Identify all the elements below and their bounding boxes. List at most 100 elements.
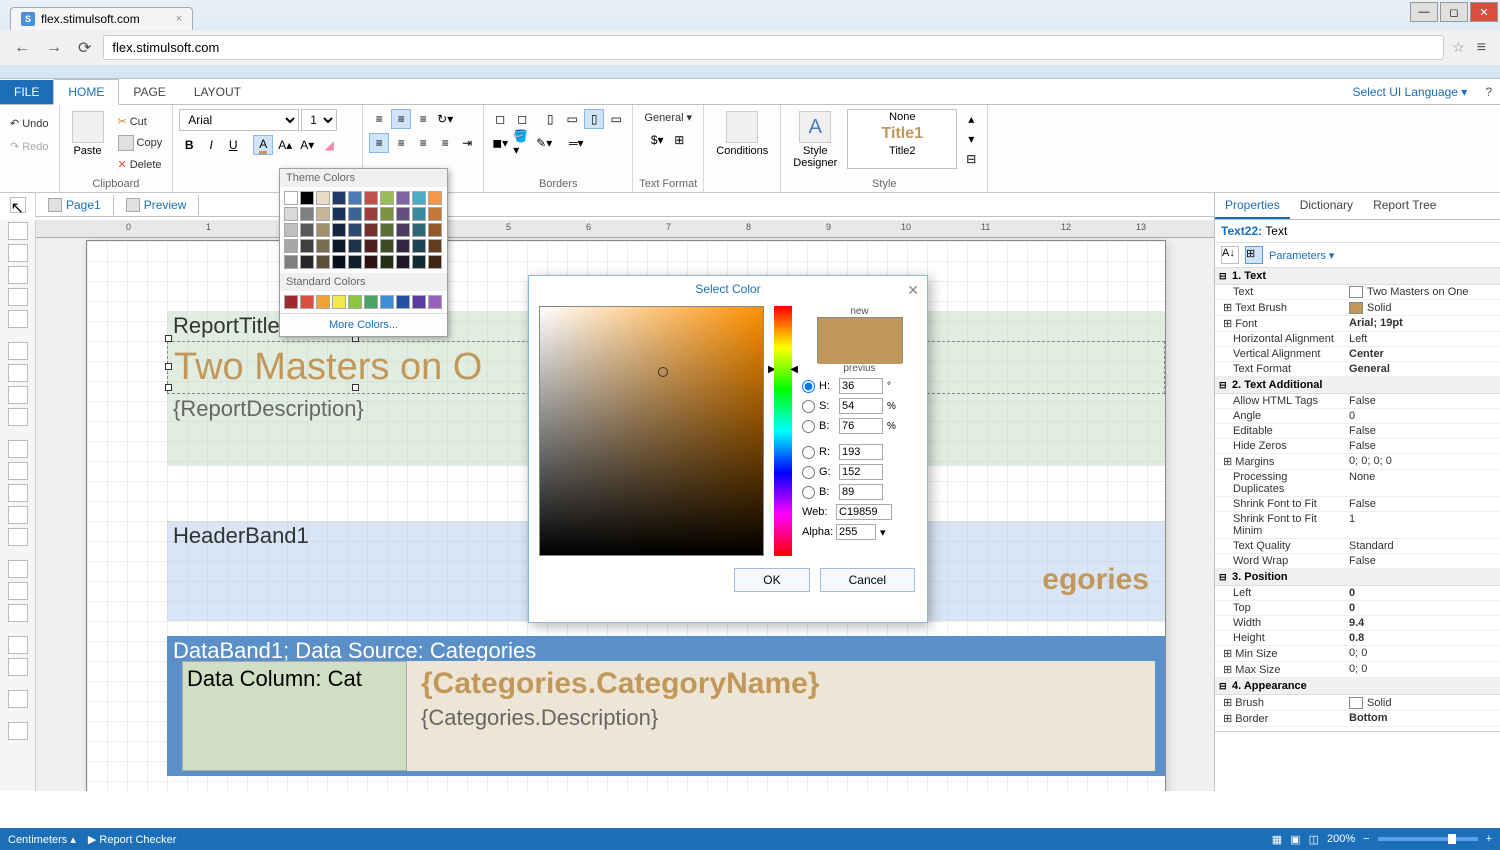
forward-button[interactable]: → <box>42 37 66 59</box>
properties-tab[interactable]: Properties <box>1215 193 1290 219</box>
border-left-button[interactable]: ▯ <box>540 109 560 129</box>
border-style-button[interactable]: ═▾ <box>556 133 596 153</box>
bb-radio[interactable] <box>802 486 815 499</box>
style-more-button[interactable]: ⊟ <box>961 149 981 169</box>
color-cursor[interactable] <box>658 367 668 377</box>
color-swatch[interactable] <box>316 223 330 237</box>
h-radio[interactable] <box>802 380 815 393</box>
data-column-image[interactable]: Data Column: Cat <box>182 661 407 771</box>
zoom-in-button[interactable]: + <box>1486 833 1492 845</box>
web-input[interactable] <box>836 504 892 520</box>
color-swatch[interactable] <box>332 207 346 221</box>
color-swatch[interactable] <box>396 255 410 269</box>
border-top-button[interactable]: ▭ <box>562 109 582 129</box>
fill-color-button[interactable]: 🪣▾ <box>512 133 532 153</box>
font-color-button[interactable]: A <box>253 135 273 155</box>
ribbon-tab-home[interactable]: HOME <box>53 79 119 105</box>
font-grow-button[interactable]: A▴ <box>275 135 295 155</box>
color-swatch[interactable] <box>428 207 442 221</box>
style-designer-button[interactable]: A Style Designer <box>787 109 843 171</box>
selected-object[interactable]: Text22: Text <box>1215 220 1500 243</box>
conditions-button[interactable]: Conditions <box>710 109 774 159</box>
units-button[interactable]: Centimeters ▴ <box>8 833 76 846</box>
underline-button[interactable]: U <box>223 135 243 155</box>
reload-button[interactable]: ⟳ <box>74 36 95 60</box>
bold-button[interactable]: B <box>179 135 199 155</box>
color-swatch[interactable] <box>380 223 394 237</box>
color-swatch[interactable] <box>396 239 410 253</box>
wrap-button[interactable]: ⇥ <box>457 133 477 153</box>
align-left-button[interactable]: ≡ <box>369 133 389 153</box>
color-swatch[interactable] <box>300 191 314 205</box>
color-swatch[interactable] <box>316 295 330 309</box>
align-center-button[interactable]: ≡ <box>391 133 411 153</box>
hue-slider[interactable] <box>774 306 792 556</box>
border-none-button[interactable]: ◻ <box>512 109 532 129</box>
tool-19[interactable] <box>8 690 28 708</box>
color-swatch[interactable] <box>396 295 410 309</box>
color-swatch[interactable] <box>300 255 314 269</box>
color-swatch[interactable] <box>316 191 330 205</box>
align-justify-button[interactable]: ≡ <box>435 133 455 153</box>
help-icon[interactable]: ? <box>1477 80 1500 104</box>
color-swatch[interactable] <box>284 295 298 309</box>
tool-14[interactable] <box>8 560 28 578</box>
color-swatch[interactable] <box>316 255 330 269</box>
align-right-button[interactable]: ≡ <box>413 133 433 153</box>
general-format-button[interactable]: General ▾ <box>640 109 696 126</box>
color-swatch[interactable] <box>300 239 314 253</box>
tool-2[interactable] <box>8 266 28 284</box>
file-tab[interactable]: FILE <box>0 80 53 104</box>
view-mode-2[interactable]: ▣ <box>1290 833 1300 846</box>
tool-15[interactable] <box>8 582 28 600</box>
color-swatch[interactable] <box>364 207 378 221</box>
align-middle-button[interactable]: ≡ <box>391 109 411 129</box>
ribbon-tab-layout[interactable]: LAYOUT <box>180 80 255 104</box>
maximize-button[interactable]: ◻ <box>1440 2 1468 22</box>
tool-3[interactable] <box>8 288 28 306</box>
tool-6[interactable] <box>8 364 28 382</box>
color-swatch[interactable] <box>396 191 410 205</box>
color-swatch[interactable] <box>284 255 298 269</box>
h-input[interactable] <box>839 378 883 394</box>
color-swatch[interactable] <box>332 255 346 269</box>
color-swatch[interactable] <box>412 295 426 309</box>
view-mode-3[interactable]: ◫ <box>1309 833 1319 846</box>
shadow-button[interactable]: ◼▾ <box>490 133 510 153</box>
page-tab-page1[interactable]: Page1 <box>36 195 114 215</box>
bookmark-icon[interactable]: ☆ <box>1452 39 1465 56</box>
color-swatch[interactable] <box>428 223 442 237</box>
tool-4[interactable] <box>8 310 28 328</box>
r-radio[interactable] <box>802 446 815 459</box>
close-button[interactable]: ✕ <box>1470 2 1498 22</box>
clear-format-button[interactable]: ◢ <box>319 135 339 155</box>
color-swatch[interactable] <box>412 191 426 205</box>
tool-9[interactable] <box>8 440 28 458</box>
sort-alpha-icon[interactable]: A↓ <box>1221 246 1239 264</box>
tool-10[interactable] <box>8 462 28 480</box>
dialog-close-button[interactable]: ✕ <box>907 282 919 299</box>
property-grid[interactable]: ⊟1. Text TextTwo Masters on One ⊞ Text B… <box>1215 268 1500 731</box>
color-swatch[interactable] <box>332 223 346 237</box>
minimize-button[interactable]: — <box>1410 2 1438 22</box>
color-swatch[interactable] <box>428 255 442 269</box>
color-swatch[interactable] <box>396 207 410 221</box>
color-swatch[interactable] <box>380 255 394 269</box>
tool-18[interactable] <box>8 658 28 676</box>
tool-11[interactable] <box>8 484 28 502</box>
r-input[interactable] <box>839 444 883 460</box>
tool-7[interactable] <box>8 386 28 404</box>
delete-button[interactable]: ✕ Delete <box>114 156 167 173</box>
color-swatch[interactable] <box>428 239 442 253</box>
tab-close-icon[interactable]: × <box>176 13 182 25</box>
tool-16[interactable] <box>8 604 28 622</box>
color-swatch[interactable] <box>364 295 378 309</box>
s-input[interactable] <box>839 398 883 414</box>
color-swatch[interactable] <box>380 191 394 205</box>
color-swatch[interactable] <box>316 207 330 221</box>
sort-category-icon[interactable]: ⊞ <box>1245 246 1263 264</box>
bb-input[interactable] <box>839 484 883 500</box>
undo-button[interactable]: ↶ Undo <box>6 115 53 132</box>
color-swatch[interactable] <box>412 223 426 237</box>
color-swatch[interactable] <box>300 207 314 221</box>
